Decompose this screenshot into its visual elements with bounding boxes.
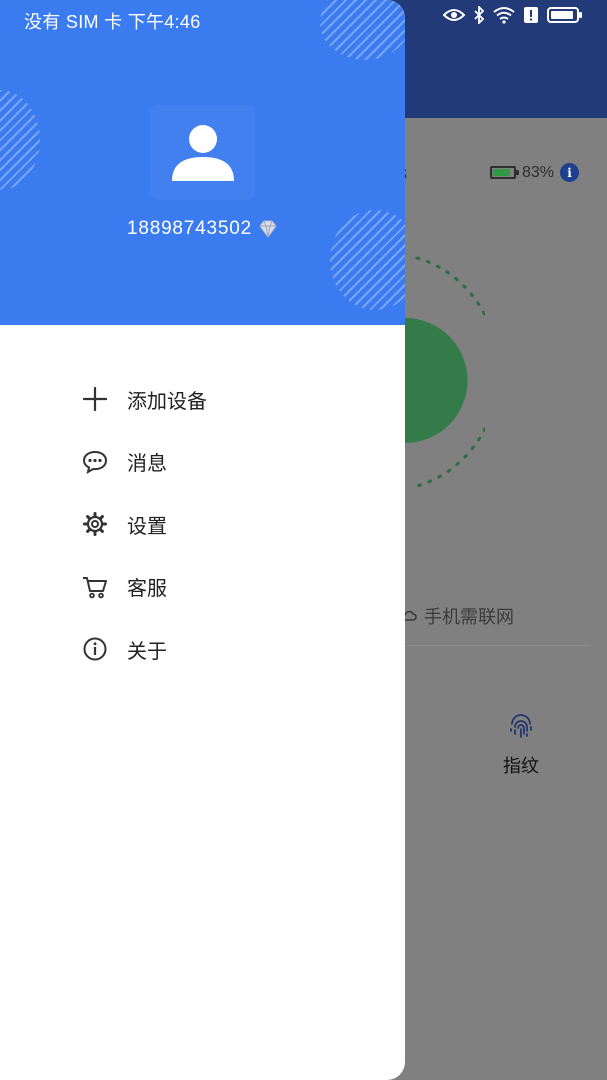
header-decoration — [0, 90, 40, 190]
diamond-icon — [259, 220, 277, 238]
bluetooth-icon — [474, 6, 485, 24]
user-icon — [171, 124, 234, 181]
fingerprint-button[interactable]: 指纹 — [503, 712, 539, 778]
wifi-icon — [493, 7, 515, 24]
status-icons — [443, 6, 583, 24]
drawer-menu: 添加设备 消息 设置 客服 关于 — [0, 368, 405, 681]
battery-icon — [547, 7, 582, 23]
eye-icon — [443, 9, 465, 21]
alert-icon — [524, 7, 538, 23]
device-battery-indicator: 83% i — [490, 163, 580, 182]
menu-label: 添加设备 — [127, 388, 207, 413]
info-icon — [82, 636, 108, 662]
info-icon[interactable]: i — [560, 163, 580, 182]
user-account-row[interactable]: 18898743502 — [0, 218, 405, 240]
menu-item-customer-service[interactable]: 客服 — [0, 556, 405, 619]
divider — [405, 645, 588, 646]
navigation-drawer: 18898743502 添加设备 消息 设置 客服 关于 — [0, 0, 405, 1080]
network-hint: 手机需联网 — [400, 603, 514, 629]
avatar[interactable] — [150, 105, 255, 200]
cart-icon — [82, 574, 108, 600]
menu-item-about[interactable]: 关于 — [0, 618, 405, 681]
fingerprint-icon — [510, 714, 532, 738]
gear-icon — [82, 511, 108, 537]
menu-item-settings[interactable]: 设置 — [0, 493, 405, 556]
status-carrier-time: 没有 SIM 卡 下午4:46 — [24, 12, 201, 32]
battery-icon — [490, 166, 519, 179]
header-decoration — [320, 0, 405, 60]
device-battery-text: 83% — [522, 163, 555, 181]
menu-label: 关于 — [127, 638, 167, 663]
drawer-header: 18898743502 — [0, 0, 405, 325]
menu-label: 消息 — [127, 451, 167, 476]
chat-bubble-icon — [82, 449, 108, 475]
network-hint-text: 手机需联网 — [424, 607, 514, 628]
menu-label: 客服 — [127, 576, 167, 601]
plus-icon — [82, 386, 108, 412]
fingerprint-label: 指纹 — [503, 756, 539, 777]
device-status-ring — [405, 256, 485, 488]
menu-item-messages[interactable]: 消息 — [0, 431, 405, 494]
menu-label: 设置 — [127, 513, 167, 538]
phone-number: 18898743502 — [126, 218, 253, 239]
menu-item-add-device[interactable]: 添加设备 — [0, 368, 405, 431]
